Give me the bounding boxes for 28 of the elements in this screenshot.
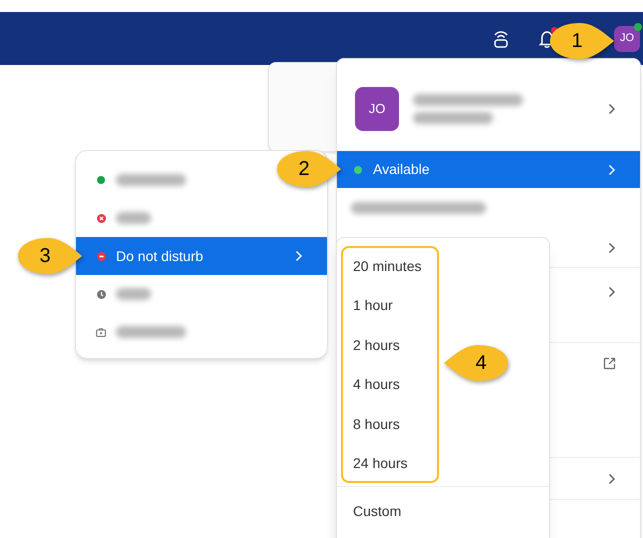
external-link-icon[interactable]	[603, 357, 616, 370]
busy-x-icon	[96, 214, 106, 222]
chevron-icon	[608, 242, 616, 254]
custom-option[interactable]: Custom	[337, 487, 549, 535]
chevron-icon	[295, 250, 303, 262]
status-option[interactable]: Do not disturb	[76, 237, 327, 275]
duration-option[interactable]: 8 hours	[353, 414, 437, 434]
blurred-text	[116, 174, 186, 186]
blurred-text	[116, 288, 151, 300]
minus-circle-icon	[96, 252, 106, 260]
duration-option[interactable]: 2 hours	[353, 334, 437, 355]
duration-option[interactable]: 4 hours	[353, 374, 437, 394]
avatar[interactable]: JO	[614, 26, 640, 52]
clock-icon	[96, 290, 106, 298]
profile-avatar: JO	[355, 87, 399, 131]
chevron-icon	[608, 103, 616, 115]
duration-option[interactable]: 24 hours	[353, 452, 437, 473]
duration-option[interactable]: 20 minutes	[353, 256, 437, 276]
broadcast-icon[interactable]	[492, 28, 510, 48]
chevron-icon	[608, 164, 616, 176]
status-menu-item[interactable]: Available	[337, 151, 640, 188]
blurred-text	[116, 326, 186, 338]
status-dot-icon	[97, 176, 105, 184]
chevron-icon	[608, 286, 616, 298]
duration-option[interactable]: 1 hour	[353, 295, 437, 316]
briefcase-icon	[96, 328, 106, 336]
blurred-text	[116, 212, 151, 224]
chevron-icon	[608, 472, 616, 484]
